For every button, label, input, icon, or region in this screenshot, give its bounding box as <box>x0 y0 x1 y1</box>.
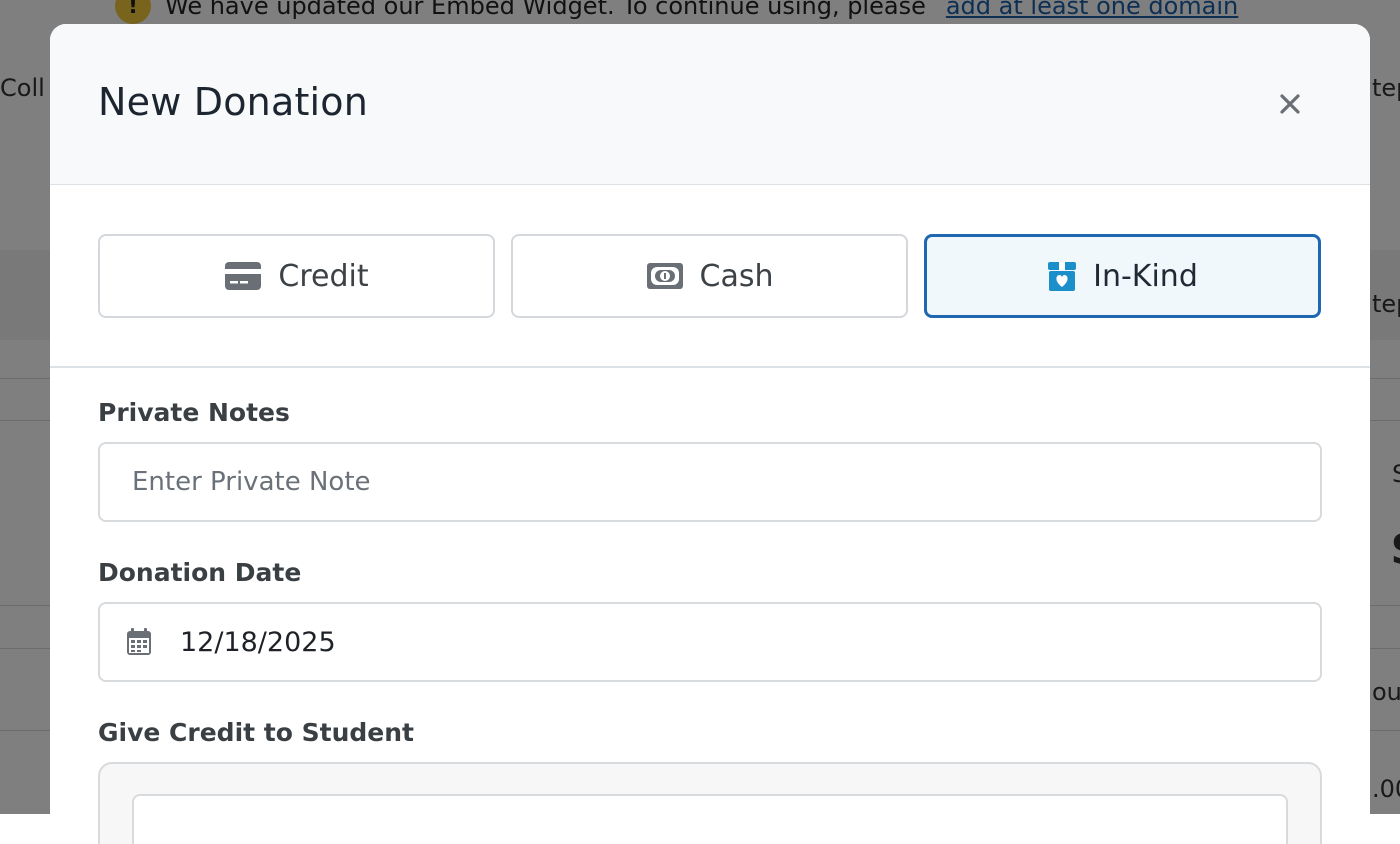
in-kind-type-button[interactable]: In-Kind <box>924 234 1321 318</box>
new-donation-modal: New Donation Credit Cash In-Kind Private… <box>50 24 1370 844</box>
close-button[interactable] <box>1274 88 1306 120</box>
credit-type-button[interactable]: Credit <box>98 234 495 318</box>
money-bill-icon <box>646 262 684 290</box>
cash-type-button[interactable]: Cash <box>511 234 908 318</box>
donation-date-field[interactable]: 12/18/2025 <box>98 602 1322 682</box>
donation-date-label: Donation Date <box>98 558 302 587</box>
give-credit-label: Give Credit to Student <box>98 718 414 747</box>
close-icon <box>1280 94 1300 114</box>
private-notes-input[interactable] <box>98 442 1322 522</box>
modal-title: New Donation <box>98 80 369 124</box>
in-kind-type-label: In-Kind <box>1093 258 1198 294</box>
cash-type-label: Cash <box>699 258 774 294</box>
credit-card-icon <box>224 261 262 291</box>
student-search-input[interactable] <box>132 794 1288 844</box>
modal-header: New Donation <box>50 24 1370 185</box>
donation-date-value: 12/18/2025 <box>180 626 336 658</box>
gift-box-heart-icon <box>1047 260 1077 292</box>
credit-type-label: Credit <box>278 258 369 294</box>
donation-type-selector: Credit Cash In-Kind <box>98 234 1321 318</box>
section-divider <box>50 366 1370 368</box>
private-notes-label: Private Notes <box>98 398 290 427</box>
calendar-icon <box>126 628 152 656</box>
student-selector-panel <box>98 762 1322 844</box>
